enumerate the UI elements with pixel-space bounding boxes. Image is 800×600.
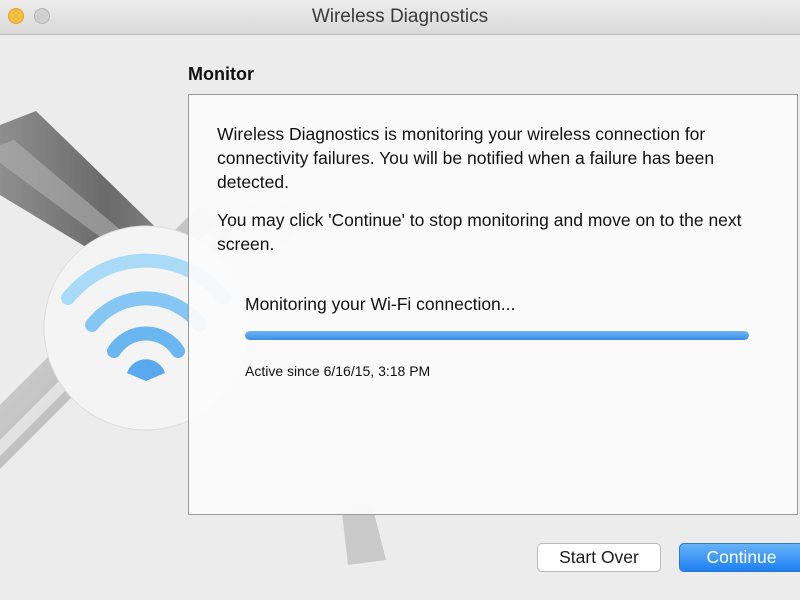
continue-instruction: You may click 'Continue' to stop monitor… [217,210,742,254]
progress-fill [245,331,749,340]
continue-button[interactable]: Continue [679,543,800,572]
title-bar[interactable]: Wireless Diagnostics [0,0,800,35]
monitor-description: Wireless Diagnostics is monitoring your … [217,124,715,192]
start-over-button[interactable]: Start Over [537,543,661,572]
active-since-label: Active since 6/16/15, 3:18 PM [245,363,431,379]
monitor-panel: Wireless Diagnostics is monitoring your … [188,94,798,515]
section-title: Monitor [188,64,254,84]
window-content: Monitor Wireless Diagnostics is monitori… [0,35,800,600]
progress-bar [245,331,749,340]
window-title: Wireless Diagnostics [311,6,489,27]
monitoring-status: Monitoring your Wi-Fi connection... [245,294,516,314]
